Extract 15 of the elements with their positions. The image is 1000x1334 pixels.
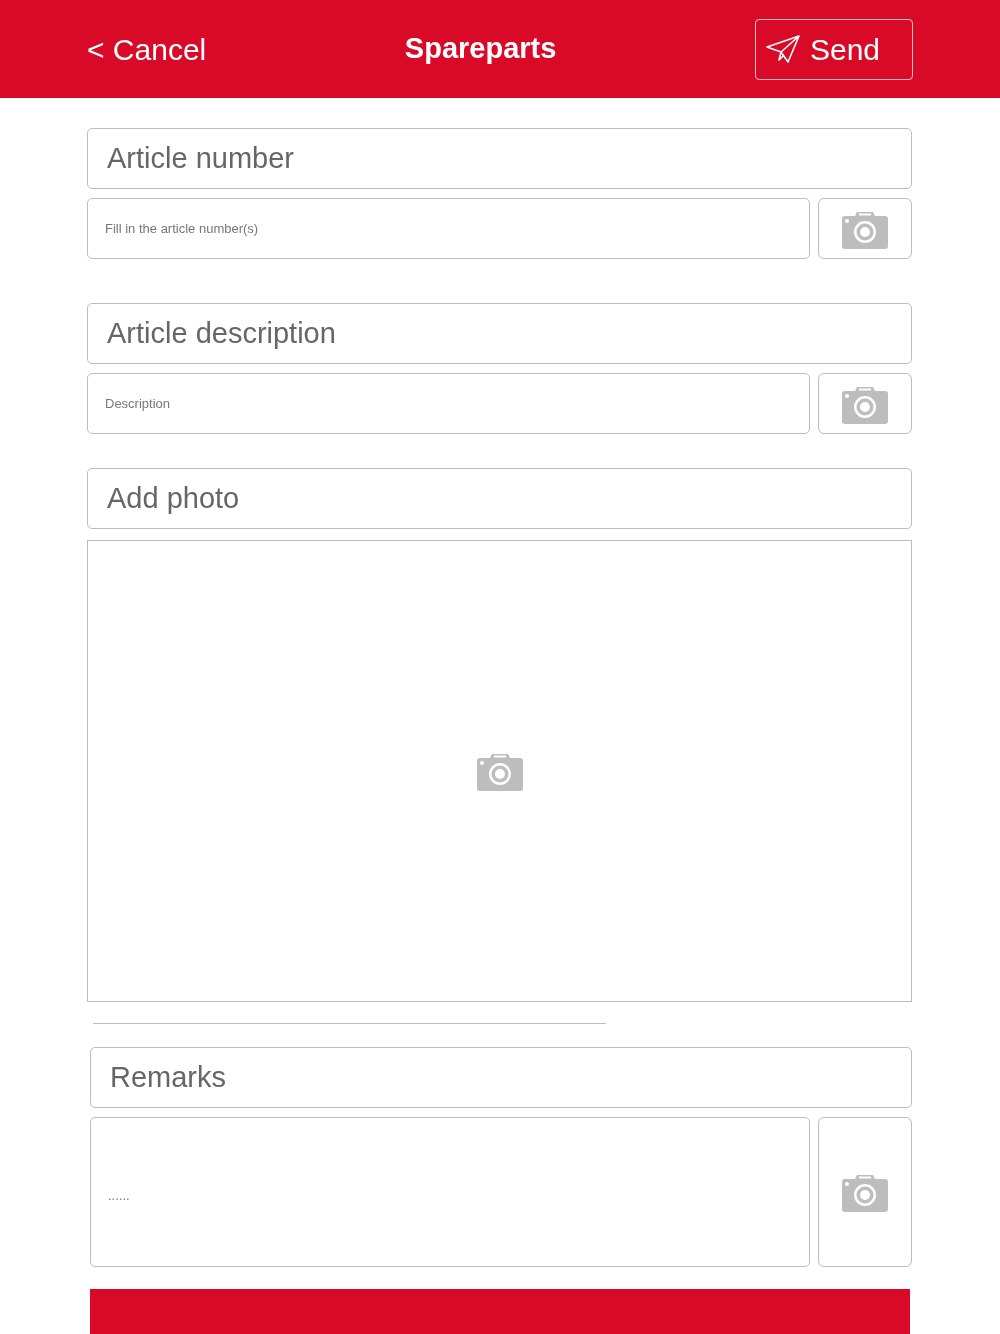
- section-label: Article description: [87, 303, 912, 364]
- camera-button[interactable]: [818, 373, 912, 434]
- send-button[interactable]: Send: [755, 18, 913, 80]
- input-field[interactable]: Fill in the article number(s): [87, 198, 810, 259]
- cancel-link[interactable]: < Cancel: [87, 26, 207, 72]
- photo-area[interactable]: [87, 540, 912, 1002]
- section-label: Remarks: [90, 1047, 912, 1108]
- camera-button[interactable]: [818, 198, 912, 259]
- camera-button[interactable]: [818, 1117, 912, 1267]
- text-area[interactable]: ......: [90, 1117, 810, 1267]
- page-title: Spareparts: [404, 31, 557, 67]
- section-label: Add photo: [87, 468, 912, 529]
- section-label: Article number: [87, 128, 912, 189]
- paper-plane-icon: [766, 35, 800, 63]
- input-field[interactable]: Description: [87, 373, 810, 434]
